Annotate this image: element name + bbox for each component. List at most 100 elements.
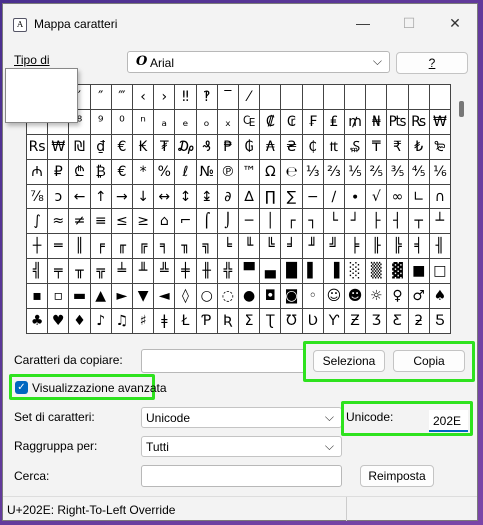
char-cell[interactable]: ⅖ bbox=[366, 159, 388, 185]
char-cell[interactable]: ╖ bbox=[175, 234, 197, 260]
char-cell[interactable]: █ bbox=[281, 259, 303, 285]
char-cell[interactable]: ← bbox=[69, 184, 91, 210]
char-cell[interactable]: ⌂ bbox=[154, 209, 176, 235]
char-cell[interactable]: ₶ bbox=[323, 134, 345, 160]
char-cell[interactable]: ≤ bbox=[111, 209, 133, 235]
char-cell[interactable]: ╜ bbox=[302, 234, 324, 260]
char-cell[interactable]: ╓ bbox=[111, 234, 133, 260]
char-cell[interactable]: ◌ bbox=[217, 284, 239, 310]
char-cell[interactable]: ♠ bbox=[429, 284, 451, 310]
char-cell[interactable]: ₵ bbox=[302, 134, 324, 160]
char-cell[interactable]: ▼ bbox=[133, 284, 155, 310]
char-cell[interactable]: ₩ bbox=[48, 134, 70, 160]
char-cell[interactable]: ₸ bbox=[366, 134, 388, 160]
char-cell[interactable] bbox=[302, 85, 324, 110]
char-cell[interactable]: ₾ bbox=[69, 159, 91, 185]
char-cell[interactable]: ₯ bbox=[175, 134, 197, 160]
char-cell[interactable]: ╒ bbox=[90, 234, 112, 260]
char-cell[interactable]: ǂ bbox=[154, 309, 176, 334]
char-cell[interactable]: Ƥ bbox=[196, 309, 218, 334]
char-cell[interactable]: ∂ bbox=[217, 184, 239, 210]
char-cell[interactable]: → bbox=[111, 184, 133, 210]
char-cell[interactable]: ₧ bbox=[387, 109, 409, 135]
char-cell[interactable]: ∏ bbox=[260, 184, 282, 210]
char-cell[interactable]: Ƴ bbox=[323, 309, 345, 334]
char-cell[interactable]: ┌ bbox=[281, 209, 303, 235]
char-cell[interactable]: ▒ bbox=[366, 259, 388, 285]
char-cell[interactable]: ↑ bbox=[90, 184, 112, 210]
char-cell[interactable]: ₫ bbox=[90, 134, 112, 160]
group-select[interactable]: Tutti ⌵ bbox=[141, 436, 342, 457]
char-cell[interactable]: └ bbox=[323, 209, 345, 235]
char-cell[interactable]: ┤ bbox=[387, 209, 409, 235]
char-cell[interactable]: ₒ bbox=[196, 109, 218, 135]
char-cell[interactable]: ↔ bbox=[154, 184, 176, 210]
char-cell[interactable]: − bbox=[302, 184, 324, 210]
char-cell[interactable]: ∕ bbox=[323, 184, 345, 210]
char-cell[interactable]: ₓ bbox=[217, 109, 239, 135]
char-cell[interactable]: ‼ bbox=[175, 85, 197, 110]
char-cell[interactable]: Ʀ bbox=[217, 309, 239, 334]
char-cell[interactable]: ├ bbox=[366, 209, 388, 235]
copy-button[interactable]: Copia bbox=[393, 350, 465, 372]
char-cell[interactable]: ‽ bbox=[196, 85, 218, 110]
char-cell[interactable]: ‴ bbox=[111, 85, 133, 110]
char-cell[interactable]: ₢ bbox=[281, 109, 303, 135]
char-cell[interactable]: * bbox=[133, 159, 155, 185]
char-cell[interactable]: ╥ bbox=[69, 259, 91, 285]
char-cell[interactable]: ₳ bbox=[260, 134, 282, 160]
char-cell[interactable]: ┼ bbox=[27, 234, 49, 260]
char-cell[interactable]: ☺ bbox=[323, 284, 345, 310]
char-cell[interactable]: ⁄ bbox=[239, 85, 261, 110]
char-cell[interactable]: ≡ bbox=[90, 209, 112, 235]
char-cell[interactable]: Rs bbox=[27, 134, 49, 160]
reset-button[interactable]: Reimposta bbox=[360, 465, 434, 487]
char-cell[interactable]: ╘ bbox=[217, 234, 239, 260]
char-cell[interactable]: ≠ bbox=[69, 209, 91, 235]
char-cell[interactable]: ▫ bbox=[48, 284, 70, 310]
char-cell[interactable]: Ʃ bbox=[239, 309, 261, 334]
char-cell[interactable]: ₣ bbox=[302, 109, 324, 135]
char-cell[interactable]: Ω bbox=[260, 159, 282, 185]
char-cell[interactable]: ╔ bbox=[133, 234, 155, 260]
char-cell[interactable]: › bbox=[154, 85, 176, 110]
char-cell[interactable]: ☻ bbox=[345, 284, 367, 310]
char-cell[interactable]: ₹ bbox=[387, 134, 409, 160]
char-cell[interactable] bbox=[366, 85, 388, 110]
char-cell[interactable]: ◊ bbox=[175, 284, 197, 310]
char-cell[interactable]: ─ bbox=[239, 209, 261, 235]
char-cell[interactable]: ↨ bbox=[196, 184, 218, 210]
char-cell[interactable]: ₤ bbox=[323, 109, 345, 135]
char-cell[interactable]: ∫ bbox=[27, 209, 49, 235]
char-cell[interactable]: ₡ bbox=[260, 109, 282, 135]
char-cell[interactable]: ₰ bbox=[196, 134, 218, 160]
char-cell[interactable]: Ƽ bbox=[429, 309, 451, 334]
char-cell[interactable]: ♦ bbox=[69, 309, 91, 334]
char-cell[interactable]: ∞ bbox=[387, 184, 409, 210]
char-cell[interactable]: ₠ bbox=[239, 109, 261, 135]
char-cell[interactable]: ₪ bbox=[69, 134, 91, 160]
char-cell[interactable]: ₭ bbox=[133, 134, 155, 160]
char-cell[interactable]: │ bbox=[260, 209, 282, 235]
char-cell[interactable]: ╩ bbox=[154, 259, 176, 285]
char-cell[interactable]: ≈ bbox=[48, 209, 70, 235]
char-cell[interactable]: Ʒ bbox=[366, 309, 388, 334]
char-cell[interactable]: ₦ bbox=[366, 109, 388, 135]
char-cell[interactable] bbox=[323, 85, 345, 110]
char-cell[interactable]: ↕ bbox=[175, 184, 197, 210]
char-cell[interactable]: € bbox=[111, 159, 133, 185]
copy-input[interactable] bbox=[141, 349, 306, 373]
char-cell[interactable]: ▬ bbox=[69, 284, 91, 310]
help-button[interactable]: ? bbox=[396, 52, 468, 74]
char-cell[interactable]: ₥ bbox=[345, 109, 367, 135]
char-cell[interactable]: ₮ bbox=[154, 134, 176, 160]
char-cell[interactable]: ╟ bbox=[366, 234, 388, 260]
char-cell[interactable]: ♪ bbox=[90, 309, 112, 334]
char-cell[interactable]: ∆ bbox=[239, 184, 261, 210]
char-cell[interactable]: ⅕ bbox=[345, 159, 367, 185]
char-cell[interactable]: ⅔ bbox=[323, 159, 345, 185]
char-cell[interactable]: ◘ bbox=[260, 284, 282, 310]
char-cell[interactable]: ╨ bbox=[133, 259, 155, 285]
advanced-view-checkbox[interactable]: ✓ bbox=[15, 381, 28, 394]
char-cell[interactable] bbox=[429, 85, 451, 110]
